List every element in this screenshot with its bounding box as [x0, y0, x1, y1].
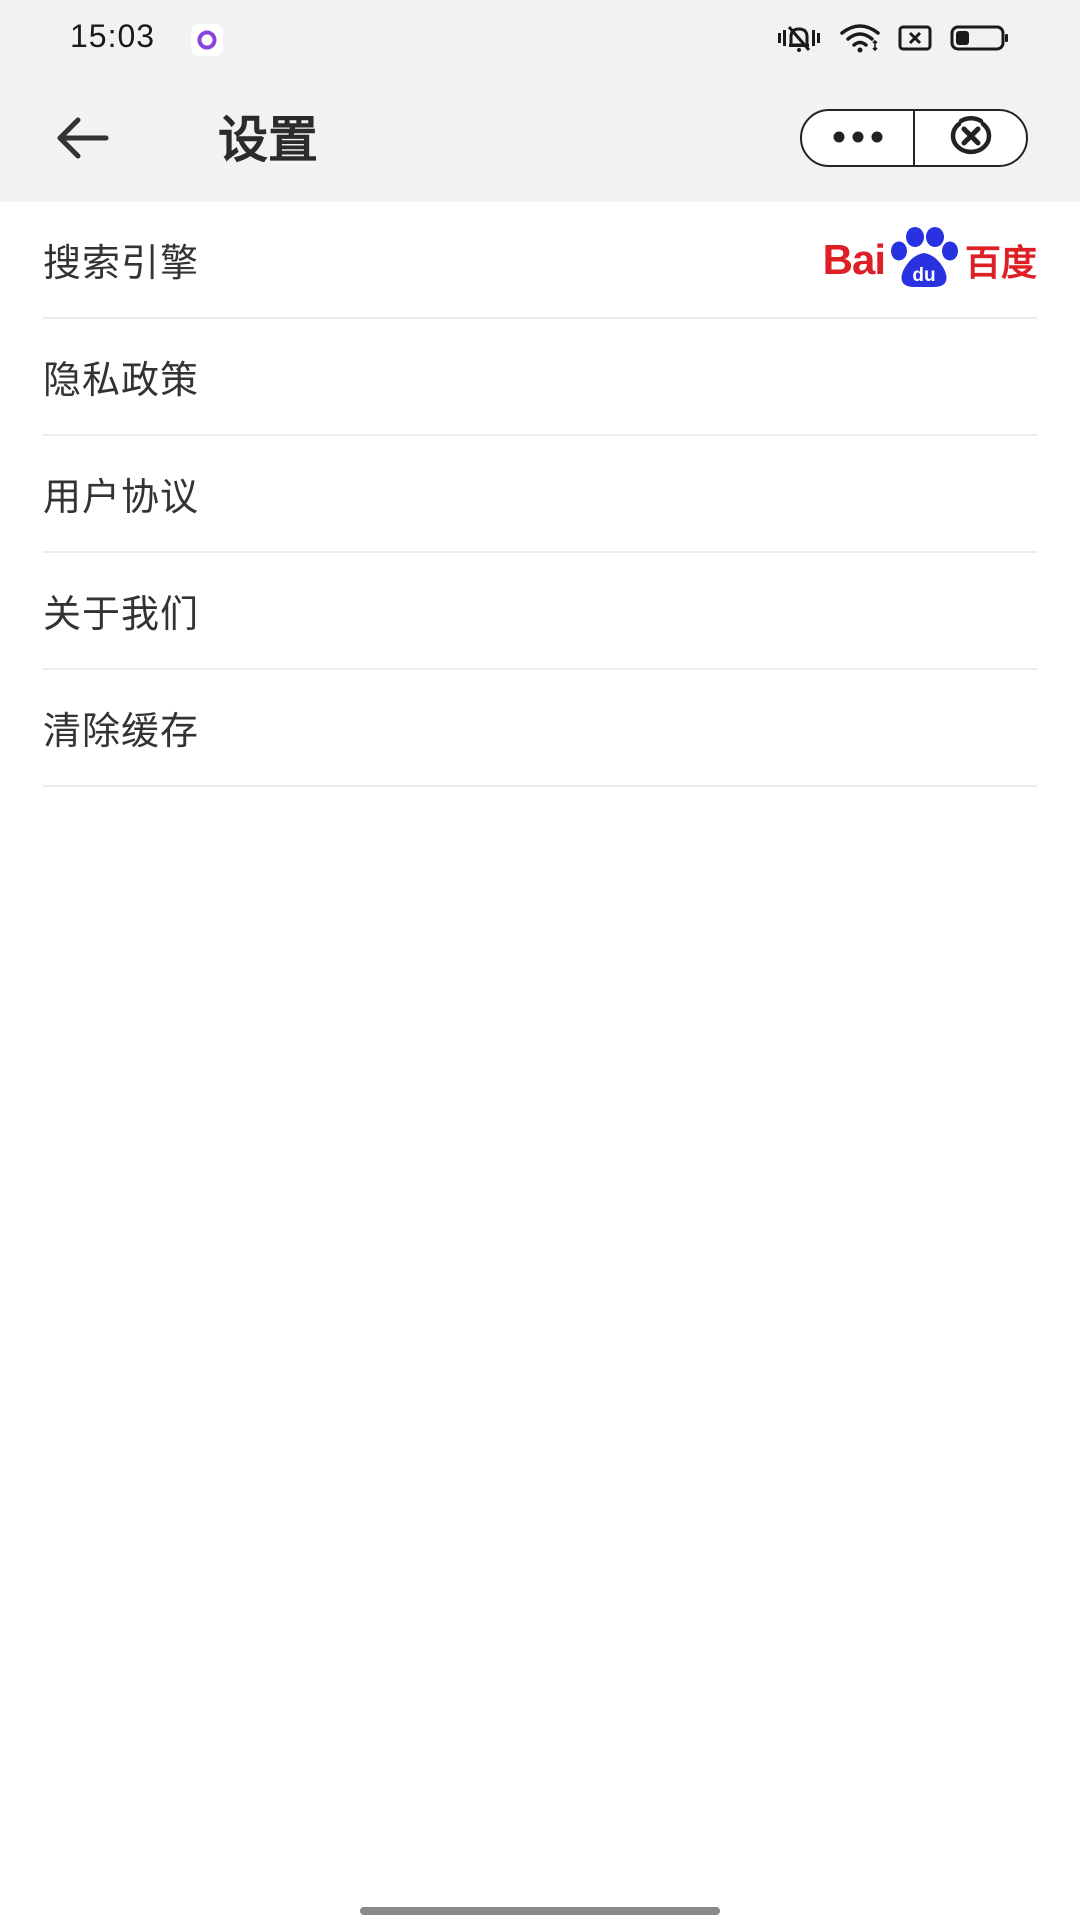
- status-bar: 15:03: [0, 0, 1080, 78]
- settings-item-label: 搜索引擎: [43, 241, 200, 285]
- app-notification-icon: [191, 24, 223, 56]
- nav-bar: 设置: [0, 78, 1080, 202]
- home-indicator[interactable]: [360, 1907, 720, 1915]
- page-title: 设置: [218, 111, 318, 169]
- close-button[interactable]: [915, 111, 1026, 165]
- settings-item-label: 隐私政策: [43, 358, 200, 402]
- settings-item-user-agreement[interactable]: 用户协议: [43, 436, 1037, 553]
- settings-item-label: 清除缓存: [43, 709, 200, 753]
- mini-program-capsule: [800, 109, 1028, 167]
- svg-text:du: du: [912, 265, 935, 286]
- settings-item-about-us[interactable]: 关于我们: [43, 553, 1037, 670]
- settings-item-label: 用户协议: [43, 475, 200, 519]
- more-dots-icon: [832, 129, 884, 148]
- vibrate-mute-icon: [776, 23, 822, 57]
- status-time: 15:03: [70, 18, 156, 54]
- settings-item-label: 关于我们: [43, 592, 200, 636]
- settings-item-search-engine[interactable]: 搜索引擎 Bai du 百度: [43, 202, 1037, 319]
- settings-item-privacy-policy[interactable]: 隐私政策: [43, 319, 1037, 436]
- more-button[interactable]: [802, 111, 913, 165]
- settings-list: 搜索引擎 Bai du 百度 隐私政策 用户协议 关于我们 清除缓存: [0, 202, 1080, 787]
- battery-icon: [950, 24, 1010, 56]
- status-icons: [776, 22, 1010, 58]
- baidu-logo: Bai du 百度: [823, 220, 1037, 300]
- back-button[interactable]: [48, 108, 116, 172]
- close-circle-icon: [947, 116, 995, 160]
- settings-item-clear-cache[interactable]: 清除缓存: [43, 670, 1037, 787]
- baidu-paw-icon: du: [885, 225, 963, 295]
- sim-card-icon: [898, 25, 932, 55]
- wifi-icon: [840, 23, 880, 57]
- arrow-left-icon: [54, 116, 110, 164]
